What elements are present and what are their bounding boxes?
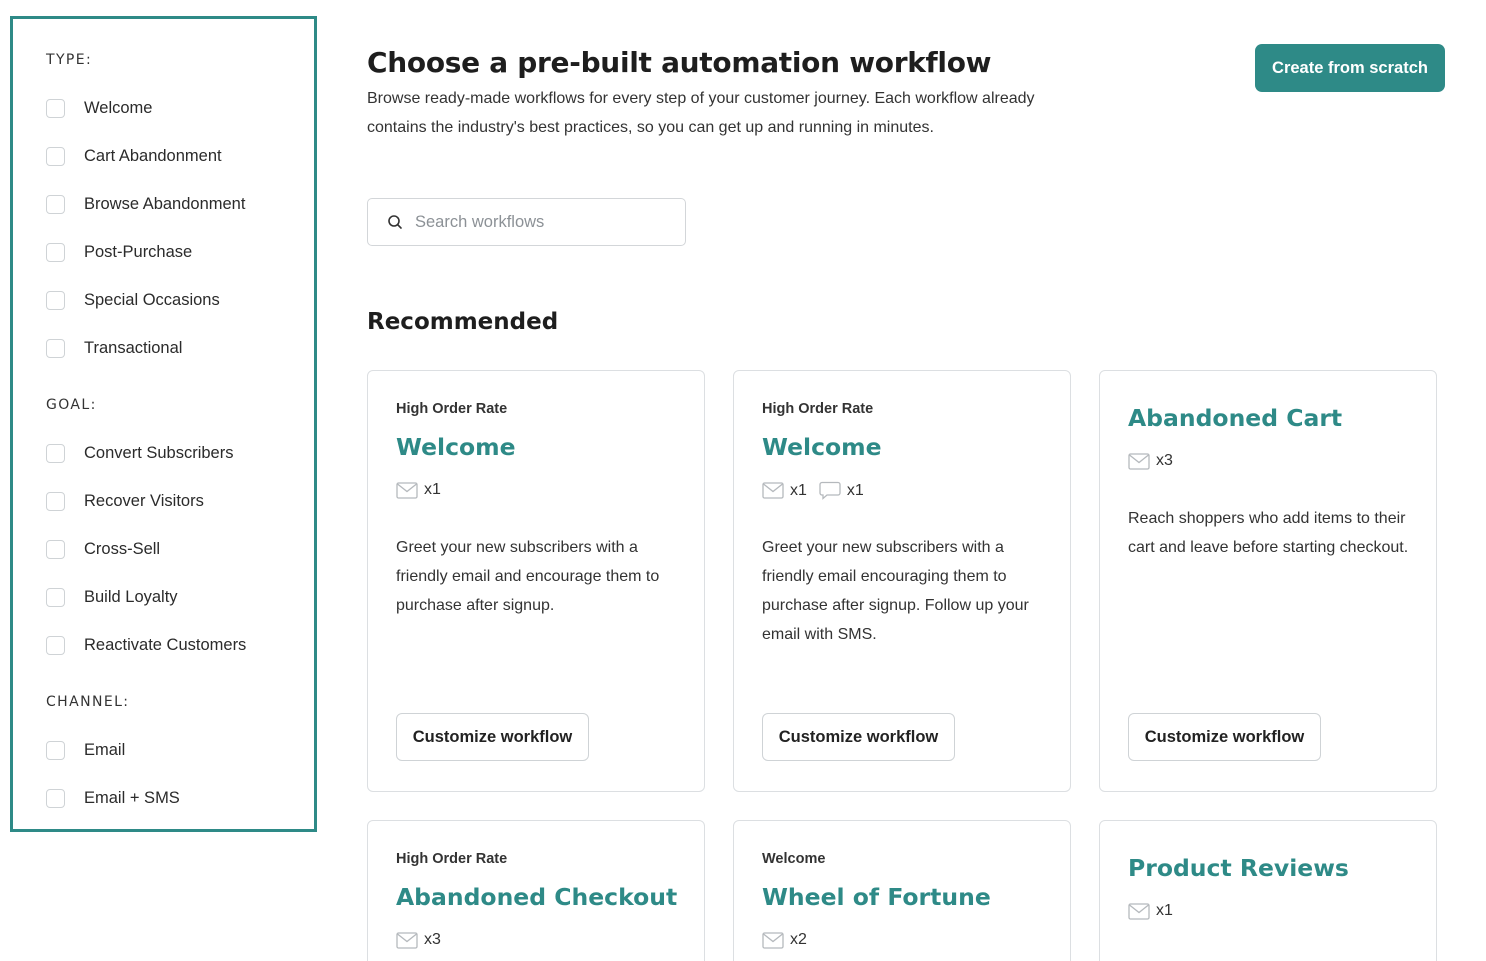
filter-label: Email + SMS [84, 788, 180, 807]
checkbox[interactable] [46, 98, 65, 118]
filter-label: Build Loyalty [84, 587, 178, 606]
filter-type-welcome[interactable]: Welcome [46, 96, 152, 120]
filter-type-browse-abandonment[interactable]: Browse Abandonment [46, 192, 245, 216]
card-title[interactable]: Abandoned Checkout [396, 883, 677, 911]
filter-goal-cross-sell[interactable]: Cross-Sell [46, 537, 160, 561]
channel-section-title: CHANNEL: [46, 694, 130, 710]
card-title[interactable]: Wheel of Fortune [762, 883, 991, 911]
recommended-heading: Recommended [367, 309, 559, 335]
filter-label: Post-Purchase [84, 242, 193, 261]
filter-goal-recover-visitors[interactable]: Recover Visitors [46, 489, 204, 513]
filter-goal-reactivate-customers[interactable]: Reactivate Customers [46, 633, 246, 657]
card-description: Greet your new subscribers with a friend… [396, 539, 660, 614]
card-tag: High Order Rate [396, 851, 508, 867]
envelope-icon [762, 482, 784, 499]
search-input[interactable] [415, 212, 665, 232]
filter-type-cart-abandonment[interactable]: Cart Abandonment [46, 144, 222, 168]
filter-channel-email[interactable]: Email [46, 738, 125, 762]
channel-counts: x1 [1128, 902, 1185, 920]
filter-label: Convert Subscribers [84, 443, 234, 462]
channel-counts: x3 [396, 931, 453, 949]
workflow-card-product-reviews: Product Reviews x1 [1099, 820, 1437, 961]
search-icon [387, 214, 403, 230]
channel-counts: x3 [1128, 452, 1185, 470]
filter-label: Browse Abandonment [84, 194, 246, 213]
filter-type-transactional[interactable]: Transactional [46, 336, 182, 360]
checkbox[interactable] [46, 443, 65, 463]
filter-label: Cart Abandonment [84, 146, 222, 165]
checkbox[interactable] [46, 338, 65, 358]
card-title[interactable]: Abandoned Cart [1128, 404, 1342, 432]
workflow-card-welcome: High Order Rate Welcome x1 Greet your ne… [367, 370, 705, 792]
filter-label: Reactivate Customers [84, 635, 247, 654]
customize-workflow-button[interactable]: Customize workflow [1128, 713, 1321, 761]
filter-sidebar: TYPE: Welcome Cart Abandonment Browse Ab… [10, 16, 317, 832]
search-box[interactable] [367, 198, 686, 246]
channel-counts: x1 [396, 481, 453, 499]
create-from-scratch-button[interactable]: Create from scratch [1255, 44, 1445, 92]
email-count: x1 [1156, 902, 1173, 919]
workflow-card-welcome-sms: High Order Rate Welcome x1 x1 Greet your… [733, 370, 1071, 792]
checkbox[interactable] [46, 587, 65, 607]
card-title[interactable]: Product Reviews [1128, 854, 1349, 882]
page-description: Browse ready-made workflows for every st… [367, 90, 1035, 136]
checkbox[interactable] [46, 491, 65, 511]
email-count: x1 [790, 481, 807, 499]
envelope-icon [1128, 902, 1150, 920]
filter-label: Cross-Sell [84, 539, 161, 558]
workflow-card-abandoned-cart: Abandoned Cart x3 Reach shoppers who add… [1099, 370, 1437, 792]
channel-counts: x2 [762, 931, 819, 949]
filter-type-post-purchase[interactable]: Post-Purchase [46, 240, 192, 264]
customize-workflow-button[interactable]: Customize workflow [762, 713, 955, 761]
email-count: x2 [790, 931, 807, 948]
sms-count: x1 [846, 481, 864, 499]
filter-label: Special Occasions [84, 290, 220, 309]
email-count: x1 [424, 481, 441, 498]
customize-workflow-button[interactable]: Customize workflow [396, 713, 589, 761]
filter-type-special-occasions[interactable]: Special Occasions [46, 288, 220, 312]
channel-counts: x1 x1 [762, 481, 876, 500]
checkbox[interactable] [46, 242, 65, 262]
card-tag: High Order Rate [762, 401, 874, 417]
page-title: Choose a pre-built automation workflow [367, 46, 992, 79]
checkbox[interactable] [46, 146, 65, 166]
email-count: x3 [1156, 452, 1173, 469]
checkbox[interactable] [46, 788, 65, 808]
email-count: x3 [424, 931, 441, 948]
card-title[interactable]: Welcome [762, 433, 882, 461]
card-description: Greet your new subscribers with a friend… [762, 539, 1029, 643]
checkbox[interactable] [46, 194, 65, 214]
checkbox[interactable] [46, 539, 65, 559]
envelope-icon [396, 931, 418, 949]
card-tag: High Order Rate [396, 401, 508, 417]
filter-label: Recover Visitors [84, 491, 204, 510]
card-tag: Welcome [762, 851, 826, 867]
filter-goal-build-loyalty[interactable]: Build Loyalty [46, 585, 178, 609]
workflow-card-wheel-of-fortune: Welcome Wheel of Fortune x2 [733, 820, 1071, 961]
checkbox[interactable] [46, 635, 65, 655]
goal-section-title: GOAL: [46, 397, 97, 413]
card-title[interactable]: Welcome [396, 433, 516, 461]
filter-goal-convert-subscribers[interactable]: Convert Subscribers [46, 441, 233, 465]
envelope-icon [1128, 452, 1150, 470]
checkbox[interactable] [46, 290, 65, 310]
type-section-title: TYPE: [46, 52, 93, 68]
card-description: Reach shoppers who add items to their ca… [1128, 510, 1409, 556]
envelope-icon [396, 481, 418, 499]
envelope-icon [762, 931, 784, 949]
filter-label: Email [84, 740, 126, 759]
checkbox[interactable] [46, 740, 65, 760]
workflow-card-abandoned-checkout: High Order Rate Abandoned Checkout x3 [367, 820, 705, 961]
filter-channel-email-sms[interactable]: Email + SMS [46, 786, 180, 810]
filter-label: Transactional [84, 338, 183, 357]
chat-bubble-icon [819, 481, 841, 500]
filter-label: Welcome [84, 98, 153, 117]
